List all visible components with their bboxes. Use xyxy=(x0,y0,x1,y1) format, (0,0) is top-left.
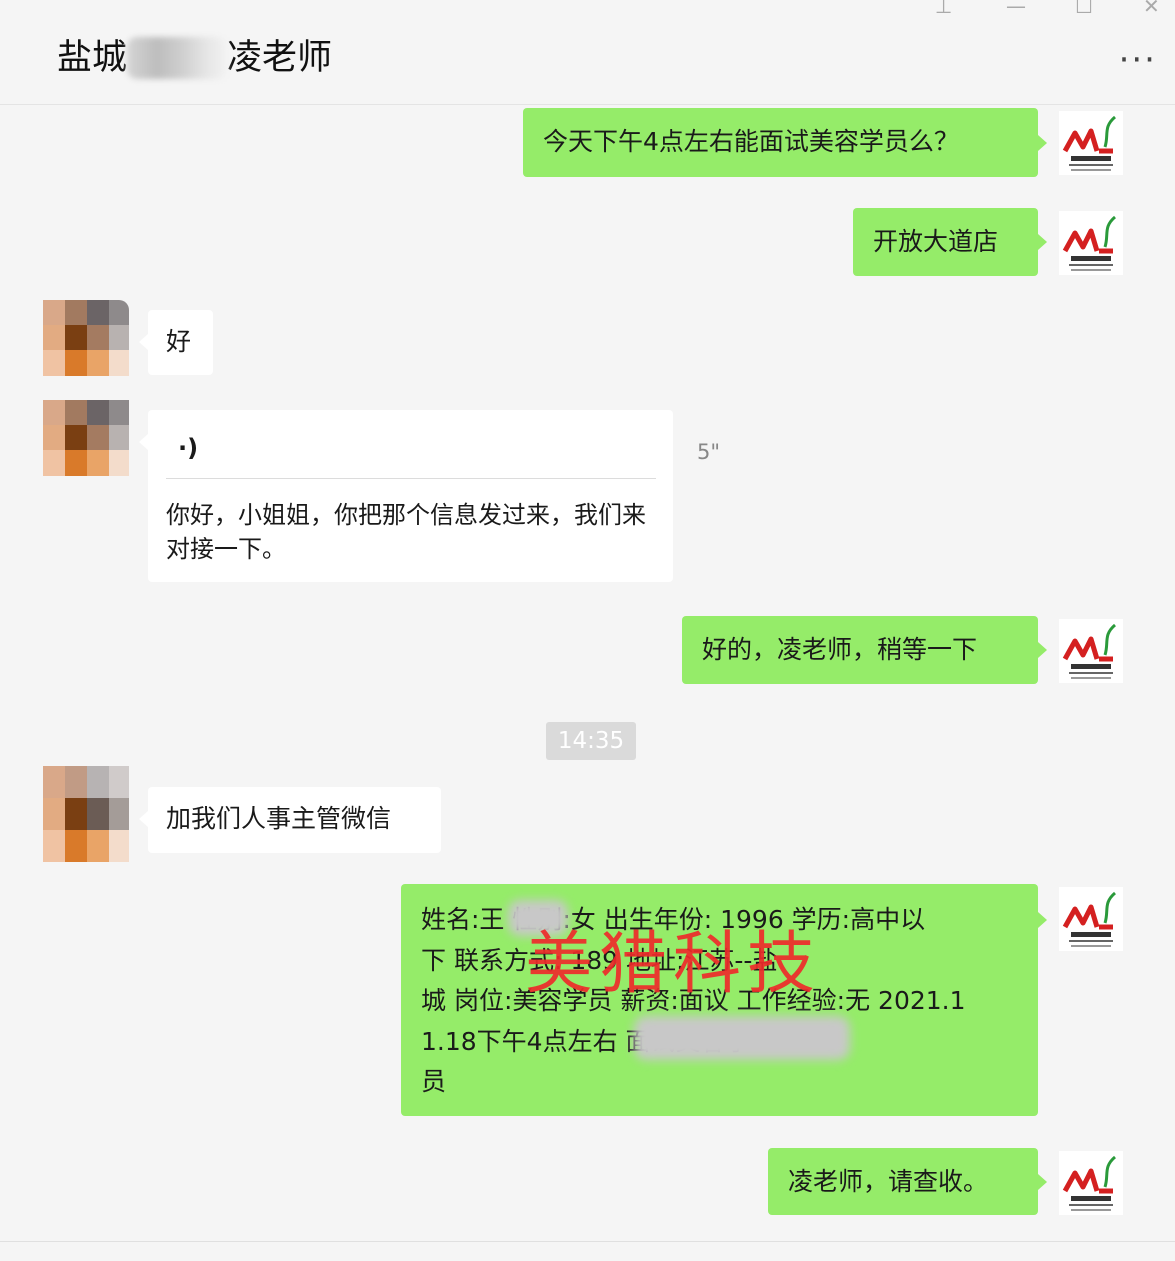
maximize-icon[interactable]: ☐ xyxy=(1075,0,1093,18)
message-text: 凌老师，请查收。 xyxy=(788,1167,989,1196)
message-text: 开放大道店 xyxy=(873,227,999,256)
bubble-tail xyxy=(1038,135,1047,151)
message-bubble[interactable]: 好的，凌老师，稍等一下 xyxy=(682,616,1038,684)
message-bubble[interactable]: 开放大道店 xyxy=(853,208,1038,276)
message-text: 好的，凌老师，稍等一下 xyxy=(702,635,978,664)
bubble-tail xyxy=(139,334,148,350)
my-avatar[interactable] xyxy=(1059,1151,1123,1215)
minimize-icon[interactable]: — xyxy=(1006,0,1026,18)
pin-icon[interactable]: ⊥ xyxy=(935,0,952,18)
voice-message-bubble[interactable]: ·) 你好，小姐姐，你把那个信息发过来，我们来对接一下。 xyxy=(148,410,673,582)
redacted-store-blur xyxy=(634,1016,850,1060)
message-bubble[interactable]: 今天下午4点左右能面试美容学员么？ xyxy=(523,108,1038,177)
contact-avatar[interactable] xyxy=(43,400,129,476)
message-bubble[interactable]: 加我们人事主管微信 xyxy=(148,787,441,853)
message-bubble[interactable]: 好 xyxy=(148,310,213,375)
bubble-tail xyxy=(1038,642,1047,658)
message-bubble[interactable]: 凌老师，请查收。 xyxy=(768,1148,1038,1215)
bubble-tail xyxy=(139,811,148,827)
watermark: 美猎科技 xyxy=(525,925,822,1004)
close-icon[interactable]: ✕ xyxy=(1143,0,1160,18)
bubble-tail xyxy=(1038,1174,1047,1190)
contact-avatar[interactable] xyxy=(43,766,129,862)
more-options-icon[interactable]: ··· xyxy=(1119,43,1157,77)
my-avatar[interactable] xyxy=(1059,619,1123,683)
contact-avatar[interactable] xyxy=(43,300,129,376)
chat-title: 盐城 凌老师 xyxy=(57,36,332,80)
message-text: 好 xyxy=(166,327,192,356)
message-text: 今天下午4点左右能面试美容学员么？ xyxy=(543,127,959,156)
chat-title-right: 凌老师 xyxy=(227,38,333,78)
redacted-name xyxy=(127,37,228,79)
message-text: 加我们人事主管微信 xyxy=(166,804,392,833)
chat-title-left: 盐城 xyxy=(57,38,128,78)
voice-divider xyxy=(166,478,656,479)
info-line: 员 xyxy=(421,1067,447,1096)
my-avatar[interactable] xyxy=(1059,111,1123,175)
time-separator: 14:35 xyxy=(546,722,636,760)
chat-header: 盐城 凌老师 ⊥ — ☐ ✕ ··· xyxy=(0,0,1175,105)
bubble-tail xyxy=(1038,912,1047,928)
input-divider xyxy=(0,1241,1175,1242)
bubble-tail xyxy=(139,434,148,450)
bubble-tail xyxy=(1038,234,1047,250)
voice-wave-icon[interactable]: ·) xyxy=(178,430,198,466)
voice-transcript: 你好，小姐姐，你把那个信息发过来，我们来对接一下。 xyxy=(166,501,646,563)
my-avatar[interactable] xyxy=(1059,887,1123,951)
my-avatar[interactable] xyxy=(1059,211,1123,275)
voice-duration: 5" xyxy=(697,440,721,464)
